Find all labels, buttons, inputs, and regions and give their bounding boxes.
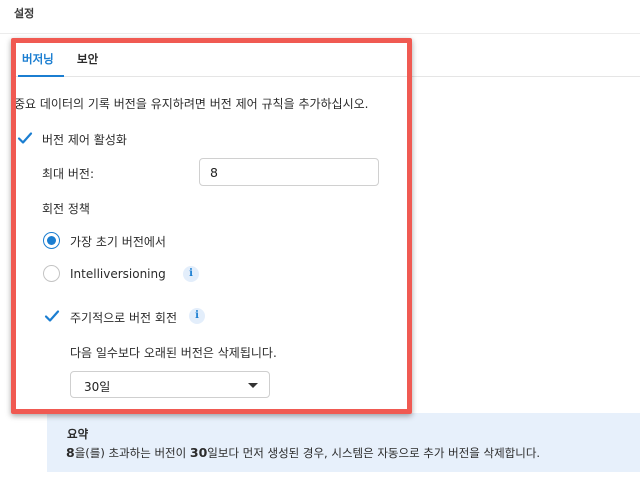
radio-earliest-label: 가장 초기 버전에서 — [70, 235, 166, 249]
radio-intelliversioning-label: Intelliversioning — [70, 267, 166, 281]
title-divider — [0, 33, 640, 34]
info-icon[interactable]: i — [189, 308, 205, 324]
max-versions-label: 최대 버전: — [42, 167, 95, 181]
radio-earliest-version[interactable] — [43, 232, 60, 249]
summary-days-number: 30 — [189, 445, 208, 460]
window-title: 설정 — [14, 7, 35, 20]
days-select-value: 30일 — [84, 380, 111, 394]
tab-versioning[interactable]: 버저닝 — [22, 51, 54, 67]
checkbox-check-icon — [44, 310, 60, 322]
days-select[interactable]: 30일 — [70, 371, 270, 398]
tab-security[interactable]: 보안 — [77, 51, 98, 67]
chevron-down-icon — [248, 383, 258, 388]
summary-versions-number: 8 — [66, 445, 75, 460]
info-icon[interactable]: i — [183, 266, 199, 282]
active-tab-indicator — [18, 75, 64, 77]
delete-note-text: 다음 일수보다 오래된 버전은 삭제됩니다. — [70, 346, 277, 360]
radio-intelliversioning[interactable] — [43, 265, 60, 282]
periodic-rotation-checkbox[interactable] — [44, 308, 60, 324]
enable-versioning-checkbox[interactable] — [17, 130, 33, 146]
rotation-policy-label: 회전 정책 — [42, 202, 90, 216]
tab-divider — [14, 76, 640, 77]
checkbox-check-icon — [17, 132, 33, 144]
enable-versioning-label: 버전 제어 활성화 — [42, 133, 127, 147]
periodic-rotation-label: 주기적으로 버전 회전 — [70, 311, 177, 325]
settings-window: 설정 버저닝 보안 중요 데이터의 기록 버전을 유지하려면 버전 제어 규칙을… — [0, 0, 640, 480]
max-versions-input[interactable] — [199, 158, 379, 186]
summary-title: 요약 — [67, 427, 89, 441]
summary-text: 8을(를) 초과하는 버전이 30일보다 먼저 생성된 경우, 시스템은 자동으… — [66, 445, 540, 461]
summary-text-part2: 일보다 먼저 생성된 경우, 시스템은 자동으로 추가 버전을 삭제합니다. — [207, 446, 541, 460]
summary-panel: 요약 8을(를) 초과하는 버전이 30일보다 먼저 생성된 경우, 시스템은 … — [47, 413, 640, 472]
summary-text-part1: 을(를) 초과하는 버전이 — [74, 446, 190, 460]
versioning-intro-text: 중요 데이터의 기록 버전을 유지하려면 버전 제어 규칙을 추가하십시오. — [14, 97, 369, 111]
